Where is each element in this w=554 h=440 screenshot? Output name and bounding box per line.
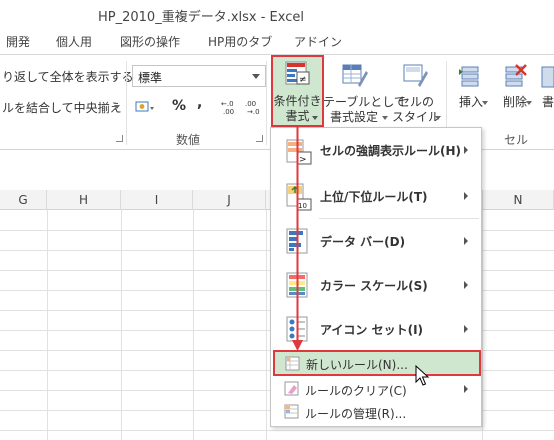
- mouse-cursor-icon: [415, 365, 430, 386]
- annotation-arrow: [292, 127, 303, 351]
